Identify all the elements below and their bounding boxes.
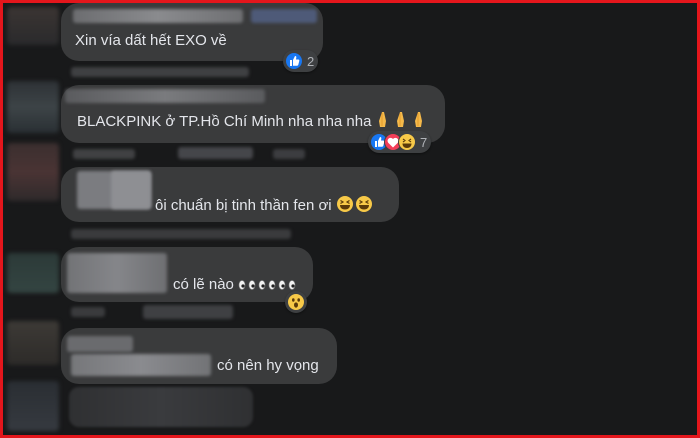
like-reaction-icon <box>285 52 303 70</box>
avatar[interactable] <box>7 321 59 365</box>
blurred-comment-preview <box>69 387 253 427</box>
grinning-squinting-emoji <box>336 195 374 219</box>
commenter-name[interactable] <box>73 9 243 23</box>
comment-meta[interactable] <box>71 307 105 317</box>
reaction-summary[interactable]: 2 <box>283 50 319 72</box>
reaction-summary[interactable]: 7 <box>368 131 432 153</box>
comment-bubble: có lẽ nào <box>61 247 313 302</box>
comment-bubble: ôi chuẩn bị tinh thần fen ơi <box>61 167 399 222</box>
reaction-count: 2 <box>307 53 315 69</box>
comment-text: có lẽ nào <box>173 275 298 298</box>
avatar[interactable] <box>7 7 59 45</box>
commenter-name[interactable] <box>251 9 317 23</box>
comment-meta[interactable] <box>273 149 305 159</box>
comment-meta[interactable] <box>71 67 249 77</box>
comment-text: Xin vía dất hết EXO về <box>75 32 227 49</box>
comment-meta[interactable] <box>143 305 233 319</box>
commenter-name[interactable] <box>71 354 211 376</box>
commenter-name[interactable] <box>65 89 265 103</box>
comment-text: có nên hy vọng <box>217 357 319 374</box>
comments-screenshot: Xin vía dất hết EXO về 2 BLACKPINK ở TP.… <box>0 0 700 438</box>
comment-meta[interactable] <box>178 147 253 159</box>
comment-bubble: Xin vía dất hết EXO về <box>61 3 323 61</box>
avatar[interactable] <box>7 143 59 201</box>
comment-text-body: ôi chuẩn bị tinh thần fen ơi <box>155 197 332 214</box>
commenter-name[interactable] <box>67 253 167 293</box>
comment-text-body: BLACKPINK ở TP.Hồ Chí Minh nha nha nha <box>77 113 372 130</box>
comment-bubble: có nên hy vọng <box>61 328 337 384</box>
commenter-name[interactable] <box>67 336 133 352</box>
comment-text-body: có lẽ nào <box>173 276 234 293</box>
comment-meta[interactable] <box>71 229 291 239</box>
avatar[interactable] <box>7 81 59 133</box>
commenter-name[interactable] <box>111 171 151 209</box>
comment-meta[interactable] <box>73 149 135 159</box>
reaction-count: 7 <box>420 134 428 150</box>
avatar[interactable] <box>7 253 59 293</box>
wow-reaction-icon <box>287 293 305 311</box>
reaction-summary[interactable] <box>285 291 307 313</box>
comment-text: ôi chuẩn bị tinh thần fen ơi <box>155 195 374 219</box>
haha-reaction-icon <box>398 133 416 151</box>
avatar[interactable] <box>7 381 59 431</box>
